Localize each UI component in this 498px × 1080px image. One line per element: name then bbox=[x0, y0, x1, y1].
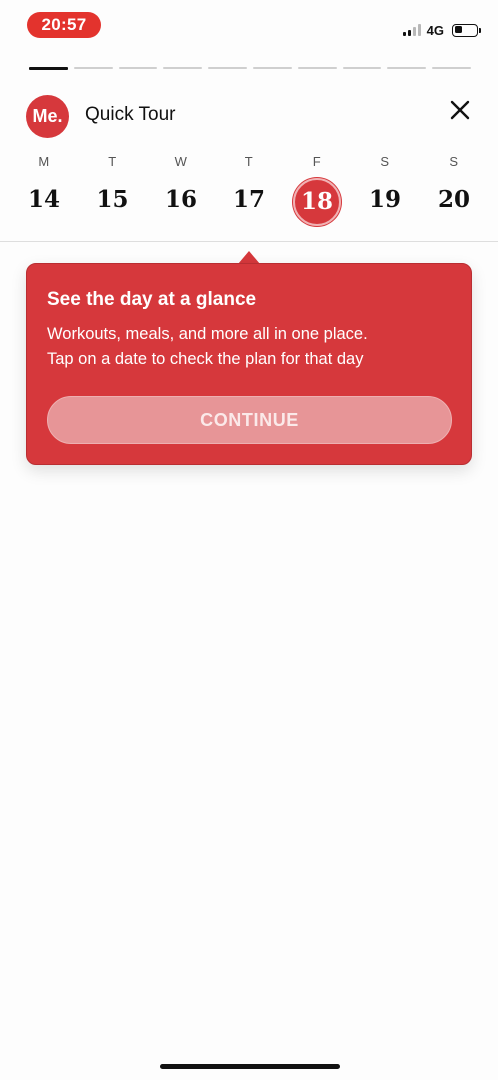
progress-segment bbox=[387, 67, 427, 69]
progress-segment bbox=[208, 67, 247, 69]
day-name: T bbox=[244, 154, 254, 169]
status-time: 20:57 bbox=[27, 12, 101, 38]
day-name: S bbox=[380, 154, 390, 169]
day-name: T bbox=[108, 154, 117, 169]
progress-segment bbox=[163, 67, 203, 69]
cellular-signal-icon bbox=[402, 24, 421, 36]
progress-segment bbox=[73, 67, 113, 69]
home-indicator[interactable] bbox=[160, 1064, 340, 1069]
day-sunday[interactable]: S 20 bbox=[420, 150, 488, 230]
day-friday-selected[interactable]: F 18 bbox=[283, 150, 351, 230]
day-number: 14 bbox=[27, 186, 60, 213]
day-number: 20 bbox=[437, 186, 470, 213]
progress-segment bbox=[342, 67, 382, 69]
progress-segment bbox=[118, 67, 158, 69]
day-thursday[interactable]: T 17 bbox=[215, 150, 283, 230]
tour-progress bbox=[29, 66, 471, 70]
progress-segment bbox=[432, 67, 471, 69]
divider bbox=[0, 241, 498, 242]
close-button[interactable] bbox=[448, 98, 472, 122]
tooltip-title: See the day at a glance bbox=[47, 289, 257, 310]
close-icon bbox=[450, 100, 470, 120]
tooltip-body: Workouts, meals, and more all in one pla… bbox=[47, 322, 457, 372]
continue-button[interactable]: CONTINUE bbox=[47, 396, 452, 444]
day-number: 18 bbox=[293, 178, 341, 226]
day-monday[interactable]: M 14 bbox=[10, 150, 78, 230]
day-number: 15 bbox=[96, 186, 129, 213]
page-title: Quick Tour bbox=[85, 104, 176, 125]
app-logo: Me. bbox=[26, 95, 69, 138]
day-number: 19 bbox=[368, 186, 401, 213]
day-number: 17 bbox=[232, 186, 265, 213]
progress-segment bbox=[252, 67, 292, 69]
day-wednesday[interactable]: W 16 bbox=[147, 150, 215, 230]
day-saturday[interactable]: S 19 bbox=[351, 150, 419, 230]
battery-icon bbox=[452, 23, 481, 37]
day-tuesday[interactable]: T 15 bbox=[79, 150, 147, 230]
status-indicators: 4G bbox=[402, 20, 481, 40]
network-type: 4G bbox=[426, 22, 444, 38]
week-strip: M 14 T 15 W 16 T 17 F 18 S 19 S 20 bbox=[10, 150, 488, 230]
tour-tooltip: See the day at a glance Workouts, meals,… bbox=[26, 263, 472, 465]
day-name: W bbox=[174, 154, 188, 169]
day-name: F bbox=[312, 154, 322, 169]
progress-segment bbox=[29, 66, 68, 70]
day-name: M bbox=[38, 154, 50, 169]
tooltip-body-line: Tap on a date to check the plan for that… bbox=[47, 350, 364, 368]
day-number: 16 bbox=[164, 186, 197, 213]
progress-segment bbox=[297, 67, 337, 69]
day-name: S bbox=[449, 154, 459, 169]
tooltip-body-line: Workouts, meals, and more all in one pla… bbox=[47, 325, 368, 343]
